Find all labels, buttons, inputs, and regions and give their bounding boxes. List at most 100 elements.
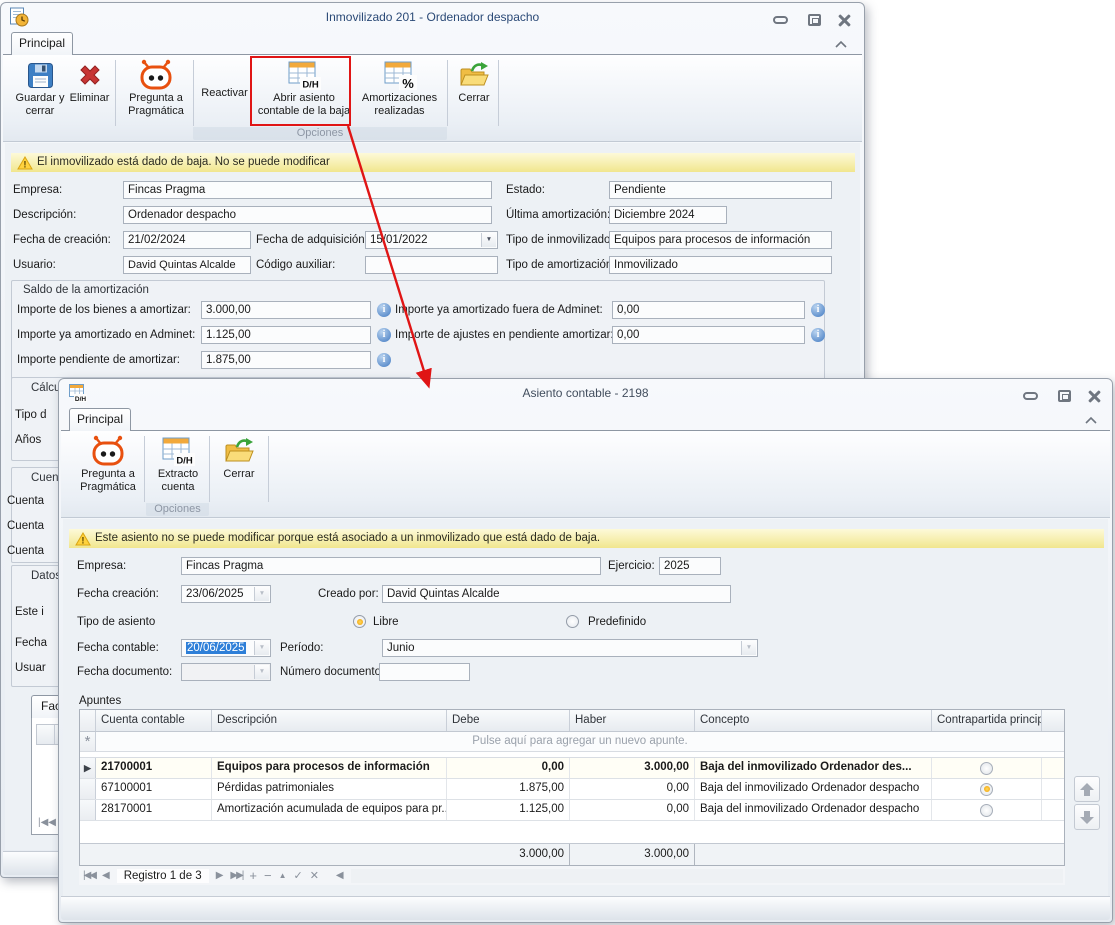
importe-adminet-field[interactable]: 1.125,00 xyxy=(201,326,371,344)
ask-pragmatica-button[interactable]: Pregunta a Pragmática xyxy=(120,58,192,128)
window2-restore-button[interactable] xyxy=(1056,389,1072,403)
periodo-field[interactable]: Junio ▼ xyxy=(382,639,758,657)
radio-libre-label[interactable]: Libre xyxy=(373,616,399,628)
window1-restore-button[interactable] xyxy=(806,13,822,27)
nav-prev-button[interactable]: ◀ xyxy=(102,870,110,881)
nav-last-button[interactable]: ▶▶| xyxy=(230,870,242,881)
tipo-amortizacion-field[interactable]: Inmovilizado xyxy=(609,256,832,274)
window2-close-form-button[interactable]: Cerrar xyxy=(213,434,265,504)
nav-add-button[interactable]: + xyxy=(249,868,257,883)
empresa-label: Empresa: xyxy=(13,184,62,196)
cell-haber[interactable]: 0,00 xyxy=(570,800,695,820)
cell-descripcion[interactable]: Equipos para procesos de información xyxy=(212,758,447,778)
window2-tab-principal[interactable]: Principal xyxy=(69,408,131,431)
dropdown-arrow-icon[interactable]: ▼ xyxy=(481,233,496,247)
contrapartida-radio[interactable] xyxy=(980,762,993,775)
cell-cuenta[interactable]: 21700001 xyxy=(96,758,212,778)
codigo-auxiliar-field[interactable] xyxy=(365,256,498,274)
nav-next-button[interactable]: ▶ xyxy=(216,870,224,881)
header-contrapartida[interactable]: Contrapartida principal xyxy=(932,710,1042,731)
radio-predefinido[interactable] xyxy=(566,615,579,628)
reactivate-button[interactable]: Reactivar xyxy=(196,58,253,128)
info-icon[interactable]: i xyxy=(377,303,391,317)
cell-haber[interactable]: 0,00 xyxy=(570,779,695,799)
contrapartida-radio[interactable] xyxy=(980,783,993,796)
header-cuenta-contable[interactable]: Cuenta contable xyxy=(96,710,212,731)
window2-close-button[interactable] xyxy=(1086,389,1102,403)
info-icon[interactable]: i xyxy=(377,353,391,367)
header-debe[interactable]: Debe xyxy=(447,710,570,731)
cell-debe[interactable]: 1.875,00 xyxy=(447,779,570,799)
cell-concepto[interactable]: Baja del inmovilizado Ordenador despacho xyxy=(695,779,932,799)
window1-minimize-button[interactable] xyxy=(772,13,788,27)
nav-remove-button[interactable]: − xyxy=(264,868,272,883)
fecha-creacion-field[interactable]: 21/02/2024 xyxy=(123,231,251,249)
window2-titlebar[interactable]: D/H Asiento contable - 2198 xyxy=(59,379,1112,407)
estado-field[interactable]: Pendiente xyxy=(609,181,832,199)
extracto-cuenta-button[interactable]: D/H Extracto cuenta xyxy=(148,434,208,504)
window1-close-button[interactable] xyxy=(836,13,852,27)
cell-concepto[interactable]: Baja del inmovilizado Ordenador despacho xyxy=(695,800,932,820)
radio-libre[interactable] xyxy=(353,615,366,628)
apunte-row[interactable]: ▶ 21700001 Equipos para procesos de info… xyxy=(80,758,1064,779)
fecha-documento-field[interactable]: ▼ xyxy=(181,663,271,681)
descripcion-field[interactable]: Ordenador despacho xyxy=(123,206,492,224)
importe-fuera-field[interactable]: 0,00 xyxy=(612,301,805,319)
empresa-field[interactable]: Fincas Pragma xyxy=(123,181,492,199)
cell-cuenta[interactable]: 28170001 xyxy=(96,800,212,820)
delete-button[interactable]: Eliminar xyxy=(66,58,113,128)
usuario-field[interactable]: David Quintas Alcalde xyxy=(123,256,251,274)
fecha-contable-field[interactable]: 20/06/2025 ▼ xyxy=(181,639,271,657)
header-concepto[interactable]: Concepto xyxy=(695,710,932,731)
amortizations-button[interactable]: % Amortizaciones realizadas xyxy=(355,58,444,128)
info-icon[interactable]: i xyxy=(811,328,825,342)
cell-contrapartida[interactable] xyxy=(932,800,1042,820)
header-descripcion[interactable]: Descripción xyxy=(212,710,447,731)
ultima-amortizacion-field[interactable]: Diciembre 2024 xyxy=(609,206,727,224)
new-row[interactable]: * Pulse aquí para agregar un nuevo apunt… xyxy=(80,732,1064,752)
cell-contrapartida[interactable] xyxy=(932,779,1042,799)
nav-cancel-button[interactable]: ✕ xyxy=(310,869,319,882)
window1-close-form-button[interactable]: Cerrar xyxy=(450,58,498,128)
move-row-up-button[interactable] xyxy=(1074,776,1100,802)
fecha-creacion-field-w2[interactable]: 23/06/2025 ▼ xyxy=(181,585,271,603)
hscroll-track[interactable] xyxy=(351,869,1063,883)
save-close-button[interactable]: Guardar y cerrar xyxy=(15,58,65,128)
cell-contrapartida[interactable] xyxy=(932,758,1042,778)
window2-collapse-ribbon-icon[interactable] xyxy=(1084,415,1100,427)
radio-predefinido-label[interactable]: Predefinido xyxy=(588,616,646,628)
cell-cuenta[interactable]: 67100001 xyxy=(96,779,212,799)
cell-debe[interactable]: 1.125,00 xyxy=(447,800,570,820)
fecha-adquisicion-field[interactable]: 15/01/2022 ▼ xyxy=(365,231,498,249)
tipo-inmovilizado-field[interactable]: Equipos para procesos de información xyxy=(609,231,832,249)
info-icon[interactable]: i xyxy=(811,303,825,317)
hscroll-left-button[interactable]: ◀ xyxy=(336,870,344,881)
cell-haber[interactable]: 3.000,00 xyxy=(570,758,695,778)
apunte-row[interactable]: 67100001 Pérdidas patrimoniales 1.875,00… xyxy=(80,779,1064,800)
cell-descripcion[interactable]: Amortización acumulada de equipos para p… xyxy=(212,800,447,820)
window1-titlebar[interactable]: Inmovilizado 201 - Ordenador despacho xyxy=(1,3,864,31)
empresa-field-w2[interactable]: Fincas Pragma xyxy=(181,557,601,575)
importe-bienes-field[interactable]: 3.000,00 xyxy=(201,301,371,319)
ejercicio-field[interactable]: 2025 xyxy=(659,557,721,575)
cell-descripcion[interactable]: Pérdidas patrimoniales xyxy=(212,779,447,799)
nav-commit-button[interactable]: ✓ xyxy=(293,869,302,882)
nav-first-button[interactable]: |◀◀ xyxy=(83,870,95,881)
numero-documento-field[interactable] xyxy=(379,663,470,681)
window1-tab-principal[interactable]: Principal xyxy=(11,32,73,55)
contrapartida-radio[interactable] xyxy=(980,804,993,817)
move-row-down-button[interactable] xyxy=(1074,804,1100,830)
new-row-hint[interactable]: Pulse aquí para agregar un nuevo apunte. xyxy=(96,732,1064,751)
importe-ajustes-field[interactable]: 0,00 xyxy=(612,326,805,344)
creado-por-field[interactable]: David Quintas Alcalde xyxy=(382,585,731,603)
header-haber[interactable]: Haber xyxy=(570,710,695,731)
window2-minimize-button[interactable] xyxy=(1022,389,1038,403)
window1-collapse-ribbon-icon[interactable] xyxy=(834,39,850,51)
info-icon[interactable]: i xyxy=(377,328,391,342)
apunte-row[interactable]: 28170001 Amortización acumulada de equip… xyxy=(80,800,1064,821)
cell-concepto[interactable]: Baja del inmovilizado Ordenador des... xyxy=(695,758,932,778)
importe-pendiente-field[interactable]: 1.875,00 xyxy=(201,351,371,369)
ask-pragmatica-button-w2[interactable]: Pregunta a Pragmática xyxy=(73,434,143,504)
nav-edit-button[interactable]: ▲ xyxy=(279,871,287,880)
cell-debe[interactable]: 0,00 xyxy=(447,758,570,778)
